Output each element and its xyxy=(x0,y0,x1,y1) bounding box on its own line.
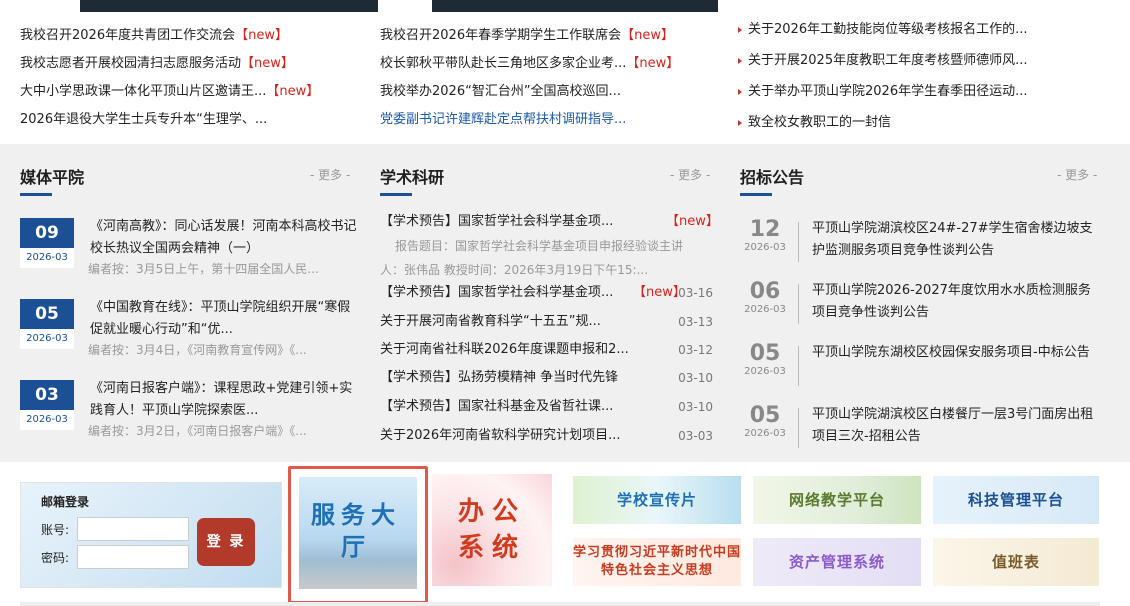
media-section-title: 媒体平院 xyxy=(20,164,84,196)
service-hall-label: 服务大厅 xyxy=(311,501,401,561)
new-badge: 【new】 xyxy=(241,56,294,71)
notice-item[interactable]: 关于举办平顶山学院2026年学生春季田径运动... xyxy=(738,76,1118,107)
news-item[interactable]: 我校召开2026年春季学期学生工作联席会【new】 xyxy=(380,22,725,50)
separator xyxy=(798,346,799,386)
service-hall-tile[interactable]: 服务大厅 xyxy=(288,466,428,604)
info-band: 媒体平院 - 更多 - 09 2026-03 《河南高教》：同心话发展！河南本科… xyxy=(0,144,1130,462)
news-list-col2: 我校召开2026年春季学期学生工作联席会【new】 校长郭秋平带队赴长三角地区多… xyxy=(380,22,725,134)
news-item[interactable]: 党委副书记许建辉赴定点帮扶村调研指导... xyxy=(380,106,725,134)
media-item-title[interactable]: 《中国教育在线》：平顶山学院组织开展“寒假促就业暖心行动”和“优... xyxy=(90,297,358,341)
tender-section-title: 招标公告 xyxy=(740,164,804,196)
news-list-col1: 我校召开2026年度共青团工作交流会【new】 我校志愿者开展校园清扫志愿服务活… xyxy=(20,22,365,134)
new-badge: 【new】 xyxy=(626,56,680,71)
bullet-arrow-icon xyxy=(738,88,742,95)
media-item-title[interactable]: 《河南高教》：同心话发展！河南本科高校书记校长热议全国两会精神（一） xyxy=(90,216,358,260)
news-image-left[interactable] xyxy=(80,0,378,12)
new-badge: 【new】 xyxy=(266,84,320,99)
account-input[interactable] xyxy=(77,517,189,541)
notice-item[interactable]: 致全校女教职工的一封信 xyxy=(738,107,1118,138)
new-badge: 【new】 xyxy=(235,28,288,43)
password-input[interactable] xyxy=(77,545,189,569)
account-label: 账号: xyxy=(41,523,70,537)
quick-links-section: 邮箱登录 账号: 密码: 登 录 服务大厅 办公系统 学校宣传片 网络教学平台 … xyxy=(0,462,1130,606)
separator xyxy=(798,222,799,262)
bullet-arrow-icon xyxy=(738,119,742,126)
news-item[interactable]: 我校召开2026年度共青团工作交流会【new】 xyxy=(20,22,365,50)
tender-item[interactable]: 12 2026-03 平顶山学院湖滨校区24#-27#学生宿舍楼边坡支护监测服务… xyxy=(740,216,1100,272)
separator xyxy=(798,408,799,448)
notice-item[interactable]: 关于开展2025年度教职工年度考核暨师德师风... xyxy=(738,45,1118,76)
top-news-section: 我校召开2026年度共青团工作交流会【new】 我校志愿者开展校园清扫志愿服务活… xyxy=(0,0,1130,144)
news-item[interactable]: 2026年退役大学生士兵专升本“生理学、... xyxy=(20,106,365,134)
media-item[interactable]: 09 2026-03 《河南高教》：同心话发展！河南本科高校书记校长热议全国两会… xyxy=(20,216,360,286)
research-more-link[interactable]: - 更多 - xyxy=(670,166,710,183)
research-item[interactable]: 【学术预告】国家社科基金及省哲社课... 03-10 xyxy=(380,393,713,421)
research-item[interactable]: 【学术预告】国家哲学社会科学基金项... 【new】 03-16 xyxy=(380,279,713,307)
tender-item[interactable]: 06 2026-03 平顶山学院2026-2027年度饮用水水质检测服务项目竞争… xyxy=(740,278,1100,334)
new-badge: 【new】 xyxy=(621,28,674,43)
media-item-summary: 编者按：3月2日，《河南日报客户端》《... xyxy=(88,424,307,438)
notice-item[interactable]: 关于2026年工勤技能岗位等级考核报名工作的... xyxy=(738,14,1118,45)
science-mgmt-banner[interactable]: 科技管理平台 xyxy=(933,476,1099,524)
news-image-right[interactable] xyxy=(432,0,718,12)
date-box: 03 2026-03 xyxy=(20,380,74,430)
promo-video-banner[interactable]: 学校宣传片 xyxy=(573,476,741,524)
media-item-summary: 编者按：3月4日，《河南教育宣传网》《... xyxy=(88,343,307,357)
news-item[interactable]: 我校举办2026“智汇台州”全国高校巡回... xyxy=(380,78,725,106)
research-featured-summary: 报告题目：国家哲学社会科学基金项目申报经验谈主讲人：张伟品 教授时间：2026年… xyxy=(380,239,684,277)
media-item[interactable]: 05 2026-03 《中国教育在线》：平顶山学院组织开展“寒假促就业暖心行动”… xyxy=(20,297,360,367)
research-item[interactable]: 关于2026年河南省软科学研究计划项目... 03-03 xyxy=(380,422,713,450)
research-section-title: 学术科研 xyxy=(380,164,444,196)
media-item[interactable]: 03 2026-03 《河南日报客户端》：课程思政+党建引领+实践育人！平顶山学… xyxy=(20,378,360,448)
media-more-link[interactable]: - 更多 - xyxy=(310,166,350,183)
news-item[interactable]: 我校志愿者开展校园清扫志愿服务活动【new】 xyxy=(20,50,365,78)
password-label: 密码: xyxy=(41,551,70,565)
research-item[interactable]: 关于河南省社科联2026年度课题申报和2... 03-12 xyxy=(380,336,713,364)
bullet-arrow-icon xyxy=(738,57,742,64)
asset-mgmt-banner[interactable]: 资产管理系统 xyxy=(753,538,921,586)
new-badge: 【new】 xyxy=(666,214,719,229)
footer-divider xyxy=(20,602,1100,606)
notice-list: 关于2026年工勤技能岗位等级考核报名工作的... 关于开展2025年度教职工年… xyxy=(738,14,1118,138)
bullet-arrow-icon xyxy=(738,26,742,33)
office-system-label: 办公系统 xyxy=(457,497,526,563)
research-item[interactable]: 【学术预告】弘扬劳模精神 争当时代先锋 03-10 xyxy=(380,364,713,392)
date-box: 05 2026-03 xyxy=(20,299,74,349)
news-item[interactable]: 校长郭秋平带队赴长三角地区多家企业考...【new】 xyxy=(380,50,725,78)
thought-study-banner[interactable]: 学习贯彻习近平新时代中国特色社会主义思想 xyxy=(573,538,741,586)
media-item-title[interactable]: 《河南日报客户端》：课程思政+党建引领+实践育人！平顶山学院探索医... xyxy=(90,378,358,422)
duty-roster-banner[interactable]: 值班表 xyxy=(933,538,1099,586)
news-item[interactable]: 大中小学思政课一体化平顶山片区邀请王...【new】 xyxy=(20,78,365,106)
online-teaching-banner[interactable]: 网络教学平台 xyxy=(753,476,921,524)
tender-item[interactable]: 05 2026-03 平顶山学院东湖校区校园保安服务项目-中标公告 xyxy=(740,340,1100,396)
office-system-tile[interactable]: 办公系统 xyxy=(432,474,552,586)
login-button[interactable]: 登 录 xyxy=(197,518,255,566)
media-item-summary: 编者按：3月5日上午，第十四届全国人民... xyxy=(88,262,319,276)
tender-item[interactable]: 05 2026-03 平顶山学院湖滨校区白楼餐厅一层3号门面房出租项目三次-招租… xyxy=(740,402,1100,458)
separator xyxy=(798,284,799,324)
tender-more-link[interactable]: - 更多 - xyxy=(1057,166,1097,183)
research-item[interactable]: 关于开展河南省教育科学“十五五”规... 03-13 xyxy=(380,308,713,336)
mail-login-title: 邮箱登录 xyxy=(41,495,90,509)
date-box: 09 2026-03 xyxy=(20,218,74,268)
research-featured[interactable]: 【学术预告】国家哲学社会科学基金项... 【new】 xyxy=(380,208,719,236)
mail-login-panel: 邮箱登录 账号: 密码: 登 录 xyxy=(20,482,282,588)
